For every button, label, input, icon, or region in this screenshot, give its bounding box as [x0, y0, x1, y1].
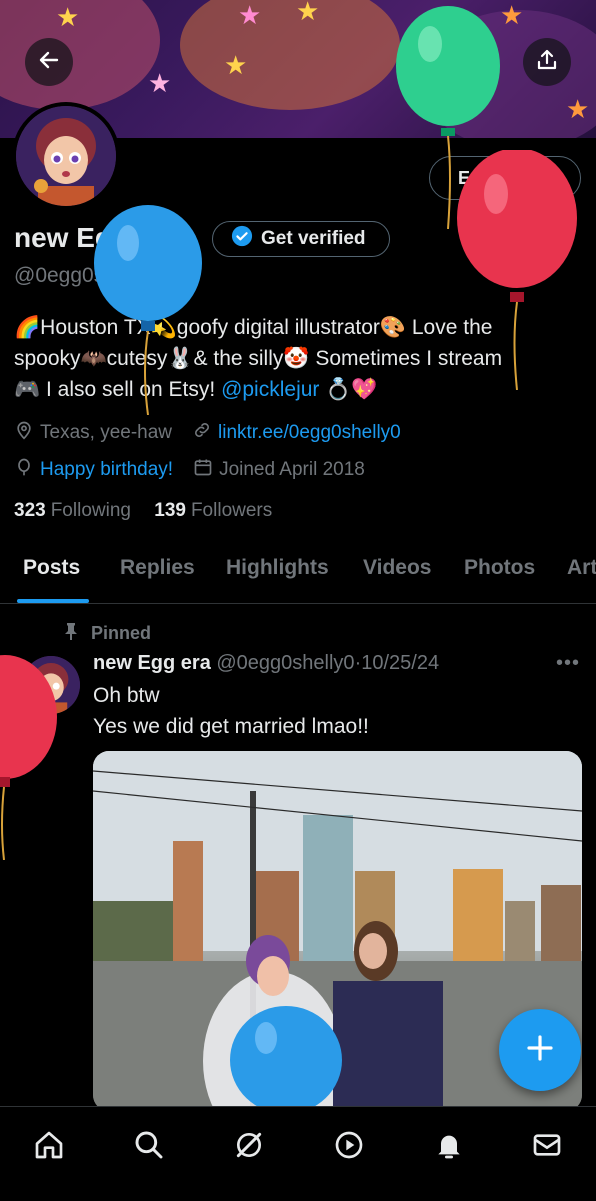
share-button[interactable] [523, 38, 571, 86]
grok-icon[interactable] [229, 1125, 269, 1165]
pinned-label: Pinned [91, 623, 152, 643]
profile-birthday: Happy birthday! [14, 457, 173, 483]
birthday-text: Happy birthday! [40, 459, 174, 480]
profile-meta-row-2: Happy birthday! Joined April 2018 [14, 457, 385, 483]
pinned-indicator: Pinned [63, 622, 151, 645]
pin-icon [63, 622, 79, 645]
notifications-icon[interactable] [429, 1125, 469, 1165]
tab-videos[interactable]: Videos [363, 556, 431, 580]
post-text-line: Yes we did get married lmao!! [93, 715, 369, 738]
post-text: Oh btw Yes we did get married lmao!! [93, 680, 369, 742]
tab-highlights[interactable]: Highlights [226, 556, 329, 580]
followers-count: 139 [154, 500, 186, 521]
following-label: Following [50, 500, 131, 521]
joined-text: Joined April 2018 [219, 459, 365, 480]
post-date[interactable]: 10/25/24 [361, 652, 439, 674]
profile-location: Texas, yee-haw [14, 420, 172, 446]
back-button[interactable] [25, 38, 73, 86]
followers-label: Followers [190, 500, 273, 521]
balloon-blue-decoration [94, 205, 202, 415]
video-icon[interactable] [329, 1125, 369, 1165]
following-link[interactable]: 323 Following [14, 500, 131, 521]
profile-avatar[interactable] [12, 102, 120, 210]
location-text: Texas, yee-haw [40, 422, 173, 443]
bio-mention-link[interactable]: @picklejur [221, 378, 319, 401]
balloon-red-left-decoration [0, 655, 57, 860]
post-more-button[interactable]: ••• [556, 652, 580, 675]
bio-text: 💍💖 [319, 378, 378, 401]
post-header: new Egg era @0egg0shelly0·10/25/24 [93, 652, 439, 675]
post-text-line: Oh btw [93, 684, 160, 707]
tab-replies[interactable]: Replies [120, 556, 195, 580]
compose-button[interactable] [499, 1009, 581, 1091]
balloon-blue-bottom-decoration [230, 1006, 342, 1106]
tab-posts[interactable]: Posts [23, 556, 80, 580]
tab-art[interactable]: Art [567, 556, 596, 580]
get-verified-label: Get verified [261, 228, 366, 249]
profile-joined: Joined April 2018 [193, 457, 365, 483]
share-icon [535, 48, 559, 77]
home-icon[interactable] [29, 1125, 69, 1165]
verified-badge-icon [231, 225, 253, 253]
bottom-navigation [0, 1106, 596, 1201]
messages-icon[interactable] [527, 1125, 567, 1165]
search-icon[interactable] [129, 1125, 169, 1165]
profile-meta-row-1: Texas, yee-haw linktr.ee/0egg0shelly0 [14, 420, 421, 446]
profile-tabs: Posts Replies Highlights Videos Photos A… [0, 548, 596, 604]
website-link[interactable]: linktr.ee/0egg0shelly0 [218, 422, 401, 444]
profile-website[interactable]: linktr.ee/0egg0shelly0 [192, 420, 401, 446]
location-pin-icon [14, 420, 34, 446]
following-count: 323 [14, 500, 46, 521]
balloon-icon [14, 457, 34, 483]
back-arrow-icon [37, 48, 61, 77]
balloon-red-decoration [457, 150, 577, 390]
link-icon [192, 420, 212, 446]
active-tab-indicator [17, 599, 89, 603]
tab-photos[interactable]: Photos [464, 556, 535, 580]
get-verified-button[interactable]: Get verified [212, 221, 390, 257]
post-author[interactable]: new Egg era [93, 652, 211, 674]
plus-icon [525, 1033, 555, 1068]
post-handle[interactable]: @0egg0shelly0 [216, 652, 354, 674]
calendar-icon [193, 457, 213, 483]
profile-counts: 323 Following 139 Followers [14, 500, 272, 522]
followers-link[interactable]: 139 Followers [154, 500, 272, 521]
